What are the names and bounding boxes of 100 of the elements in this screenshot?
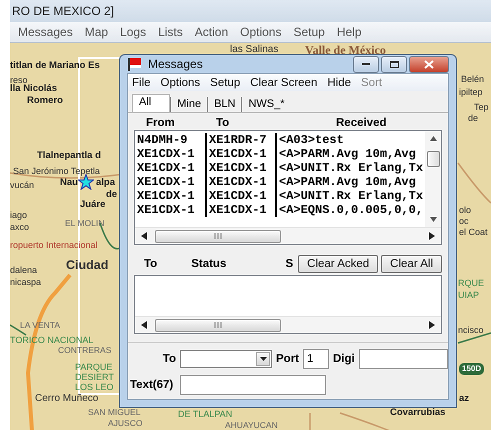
up-arrow-icon[interactable] [430, 136, 436, 141]
close-icon [424, 60, 434, 68]
table-cell-text: XE1CDX-1 [137, 175, 196, 189]
digi-field[interactable] [358, 349, 448, 369]
maximize-icon [390, 60, 398, 68]
minimize-icon [362, 62, 370, 66]
map-label: DESIERT [75, 373, 114, 382]
map-label: DE TLALPAN [178, 410, 232, 419]
caret-icon [260, 357, 266, 361]
map-label: Valle de México [305, 44, 386, 56]
menu-item[interactable]: Setup [293, 25, 325, 39]
right-arrow-icon[interactable] [429, 321, 435, 329]
field-label: Port [276, 353, 299, 365]
map-label: PARQUE [75, 363, 112, 372]
grip-icon [214, 233, 222, 239]
map-label: Tep [474, 103, 489, 112]
map-label: las Salinas [230, 45, 278, 55]
table-cell-text: XE1CDX-1 [137, 189, 196, 203]
map-label: vucán [10, 181, 34, 190]
map-label: olo [459, 206, 472, 215]
table-cell-text: XE1CDX-1 [137, 147, 196, 161]
map-label: Romero [27, 96, 63, 106]
map-label: Nau [60, 178, 78, 188]
map-label: reso [10, 76, 28, 85]
map-label: titlan de Mariano Es [10, 61, 100, 70]
grip-icon [214, 322, 222, 328]
field-label: Text(67) [130, 379, 174, 391]
column-header[interactable]: Received [286, 117, 438, 129]
table-cell: XE1RDR-7 [205, 133, 275, 147]
menu-item[interactable]: Options [160, 76, 200, 88]
map-label: LOS LEO [75, 383, 114, 392]
text-field[interactable] [180, 375, 326, 395]
field-label: Digi [333, 353, 355, 365]
map-label: az [459, 394, 470, 404]
menu-item[interactable]: Clear Screen [250, 76, 318, 88]
map-label: lla Nicolás [10, 84, 57, 94]
field-label: To [162, 353, 176, 365]
table-cell: XE1CDX-1 [205, 203, 275, 217]
port-field[interactable]: 1 [303, 349, 329, 369]
tab[interactable]: All [132, 94, 170, 112]
menu-item[interactable]: Lists [158, 25, 183, 39]
down-arrow-icon[interactable] [430, 217, 436, 222]
menu-item[interactable]: Help [336, 25, 362, 39]
table-cell-text: XE1CDX-1 [137, 161, 196, 175]
menu-item[interactable]: Setup [210, 76, 240, 88]
map-label: SAN MIGUEL [88, 408, 140, 416]
map-label: AHUAYUCAN [225, 421, 278, 430]
maximize-button[interactable] [381, 56, 407, 72]
map-label: de [468, 114, 478, 123]
map-label: Juáre [80, 200, 106, 210]
window-title: RO DE MEXICO 2] [10, 0, 491, 22]
map-label: RQUE [458, 279, 484, 288]
map-label: de [106, 190, 118, 200]
map-label: Ciudad [66, 259, 108, 272]
map-label: iago [10, 211, 28, 220]
menu-item[interactable]: File [132, 76, 151, 88]
to-combobox[interactable] [180, 350, 272, 368]
window-title: Messages [148, 57, 204, 71]
map-label: Belén [461, 75, 484, 84]
map-label: ncisco [458, 326, 484, 335]
map-label: dalena [10, 266, 38, 275]
menu-item[interactable]: Logs [120, 25, 146, 39]
tab[interactable]: BLN [207, 97, 242, 112]
table-cell-text: XE1CDX-1 [137, 203, 196, 217]
left-arrow-icon[interactable] [141, 321, 147, 329]
map-label: AJUSCO [108, 419, 142, 428]
map-label: ipiltep [459, 88, 483, 97]
map-label: Tlalnepantla d [37, 151, 101, 160]
map-label: oc [459, 217, 469, 226]
menu-item[interactable]: Options [240, 25, 282, 39]
horizontal-scrollbar[interactable] [135, 227, 441, 244]
table-cell: XE1CDX-1 [205, 175, 275, 189]
menu-item[interactable]: Action [194, 25, 228, 39]
column-header[interactable]: To [216, 117, 286, 129]
column-header[interactable]: S [285, 258, 294, 270]
clear-button[interactable]: Clear All [381, 255, 442, 273]
left-arrow-icon[interactable] [141, 232, 147, 240]
clear-button[interactable]: Clear Acked [298, 255, 378, 273]
map-label: Cerro Muñeco [35, 394, 98, 404]
map-label: UIAP [458, 291, 480, 300]
vertical-scrollbar[interactable] [425, 131, 441, 227]
table-cell: XE1CDX-1 [205, 161, 275, 175]
table-cell: XE1CDX-1 [205, 147, 275, 161]
map-label: Covarrubias [390, 408, 446, 418]
menu-item[interactable]: Messages [18, 25, 73, 39]
horizontal-scrollbar[interactable] [135, 316, 441, 333]
minimize-button[interactable] [353, 56, 379, 72]
map-label: el Coat [459, 228, 488, 237]
menu-item[interactable]: Map [84, 25, 108, 39]
column-header[interactable]: To [144, 258, 158, 270]
column-header[interactable]: From [146, 117, 216, 129]
menu-item[interactable]: Hide [327, 76, 352, 88]
scrollbar-thumb[interactable] [426, 151, 440, 167]
map-label: alpa [96, 178, 116, 188]
map-label: nicaspa [10, 278, 42, 287]
table-cell-text: N4DMH-9 [137, 133, 188, 147]
right-arrow-icon[interactable] [429, 232, 435, 240]
close-button[interactable] [409, 56, 449, 72]
map-label: 150D [459, 363, 484, 375]
column-header[interactable]: Status [191, 258, 286, 270]
